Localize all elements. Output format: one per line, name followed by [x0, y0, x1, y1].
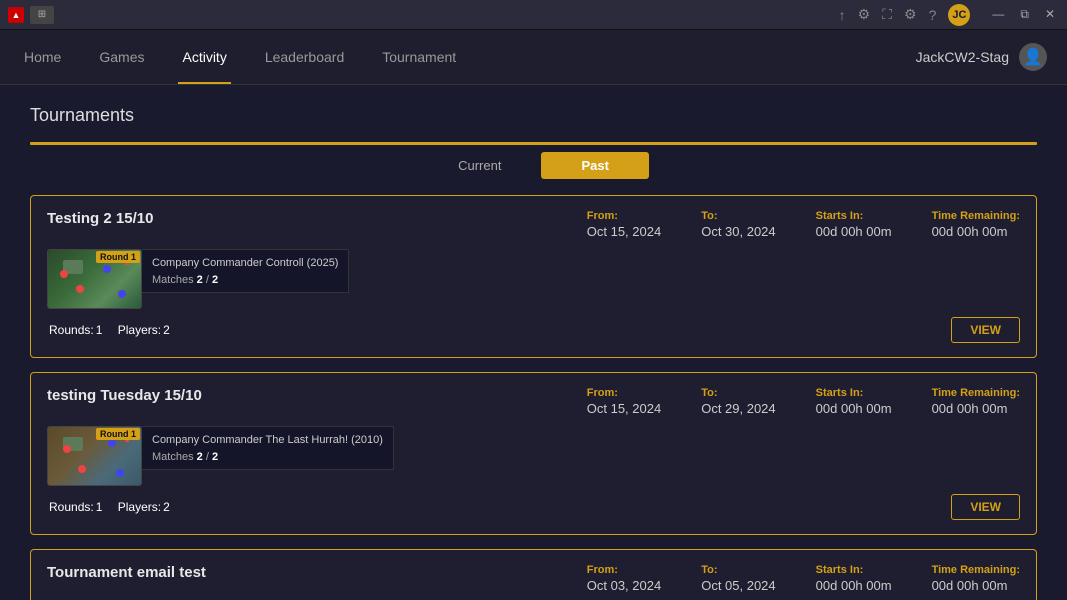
- tournament-title-2: testing Tuesday 15/10: [47, 387, 202, 404]
- matches-info-1: Matches 2 / 2: [152, 274, 338, 286]
- game-info-1: Company Commander Controll (2025) Matche…: [142, 249, 349, 293]
- card-header-3: Tournament email test From: Oct 03, 2024…: [47, 564, 1020, 593]
- meta-from-1: From: Oct 15, 2024: [587, 210, 661, 239]
- remaining-value-1: 00d 00h 00m: [932, 224, 1020, 239]
- to-value-2: Oct 29, 2024: [701, 401, 775, 416]
- card-header-1: Testing 2 15/10 From: Oct 15, 2024 To: O…: [47, 210, 1020, 239]
- to-value-3: Oct 05, 2024: [701, 578, 775, 593]
- expand-icon[interactable]: ⛶: [882, 6, 892, 23]
- tab-current[interactable]: Current: [418, 152, 541, 179]
- card-meta-1: From: Oct 15, 2024 To: Oct 30, 2024 Star…: [587, 210, 1020, 239]
- from-label-1: From:: [587, 210, 661, 222]
- meta-from-3: From: Oct 03, 2024: [587, 564, 661, 593]
- game-title-1: Company Commander Controll (2025): [152, 256, 338, 270]
- card-body-1: Round 1 Company Commander Controll (2025…: [47, 249, 1020, 309]
- card-footer-2: Rounds:1 Players:2 VIEW: [47, 494, 1020, 520]
- from-value-1: Oct 15, 2024: [587, 224, 661, 239]
- tournament-card-1: Testing 2 15/10 From: Oct 15, 2024 To: O…: [30, 195, 1037, 358]
- remaining-label-2: Time Remaining:: [932, 387, 1020, 399]
- starts-label-1: Starts In:: [816, 210, 892, 222]
- meta-to-3: To: Oct 05, 2024: [701, 564, 775, 593]
- tournament-card-2: testing Tuesday 15/10 From: Oct 15, 2024…: [30, 372, 1037, 535]
- settings-icon[interactable]: ⚙: [858, 6, 871, 23]
- starts-label-2: Starts In:: [816, 387, 892, 399]
- nav-games[interactable]: Games: [95, 30, 148, 84]
- user-avatar-nav[interactable]: 👤: [1019, 43, 1047, 71]
- app-icon: ▲: [8, 7, 24, 23]
- meta-to-2: To: Oct 29, 2024: [701, 387, 775, 416]
- page-title: Tournaments: [30, 105, 1037, 126]
- round-badge-2: Round 1: [96, 428, 140, 440]
- help-icon[interactable]: ?: [929, 7, 937, 23]
- gear-icon[interactable]: ⚙: [904, 6, 917, 23]
- matches-info-2: Matches 2 / 2: [152, 451, 383, 463]
- main-content: Tournaments Current Past Testing 2 15/10…: [0, 85, 1067, 600]
- close-button[interactable]: ✕: [1041, 7, 1059, 22]
- title-bar-controls: ↑ ⚙ ⛶ ⚙ ? JC — ⧉ ✕: [839, 4, 1059, 26]
- game-thumbnail-wrap-2: Round 1: [47, 426, 142, 486]
- user-avatar-titlebar[interactable]: JC: [948, 4, 970, 26]
- meta-starts-2: Starts In: 00d 00h 00m: [816, 387, 892, 416]
- nav-links: Home Games Activity Leaderboard Tourname…: [20, 30, 460, 84]
- remaining-label-3: Time Remaining:: [932, 564, 1020, 576]
- from-label-3: From:: [587, 564, 661, 576]
- game-thumbnail-wrap-1: Round 1: [47, 249, 142, 309]
- sys-icons: ↑ ⚙ ⛶ ⚙ ? JC: [839, 4, 971, 26]
- meta-to-1: To: Oct 30, 2024: [701, 210, 775, 239]
- nav-username: JackCW2-Stag: [916, 49, 1009, 65]
- round-badge-1: Round 1: [96, 251, 140, 263]
- nav-bar: Home Games Activity Leaderboard Tourname…: [0, 30, 1067, 85]
- from-value-3: Oct 03, 2024: [587, 578, 661, 593]
- starts-value-3: 00d 00h 00m: [816, 578, 892, 593]
- app-tab[interactable]: ⊞: [30, 6, 54, 24]
- from-value-2: Oct 15, 2024: [587, 401, 661, 416]
- remaining-label-1: Time Remaining:: [932, 210, 1020, 222]
- tournament-card-3: Tournament email test From: Oct 03, 2024…: [30, 549, 1037, 600]
- starts-value-2: 00d 00h 00m: [816, 401, 892, 416]
- nav-activity[interactable]: Activity: [178, 30, 230, 84]
- card-header-2: testing Tuesday 15/10 From: Oct 15, 2024…: [47, 387, 1020, 416]
- nav-home[interactable]: Home: [20, 30, 65, 84]
- nav-right: JackCW2-Stag 👤: [916, 43, 1047, 71]
- meta-remaining-2: Time Remaining: 00d 00h 00m: [932, 387, 1020, 416]
- view-button-2[interactable]: VIEW: [951, 494, 1020, 520]
- to-label-3: To:: [701, 564, 775, 576]
- meta-starts-3: Starts In: 00d 00h 00m: [816, 564, 892, 593]
- remaining-value-3: 00d 00h 00m: [932, 578, 1020, 593]
- tab-bar-container: Current Past: [30, 142, 1037, 179]
- meta-starts-1: Starts In: 00d 00h 00m: [816, 210, 892, 239]
- to-value-1: Oct 30, 2024: [701, 224, 775, 239]
- meta-remaining-1: Time Remaining: 00d 00h 00m: [932, 210, 1020, 239]
- tournament-title-1: Testing 2 15/10: [47, 210, 153, 227]
- card-stats-1: Rounds:1 Players:2: [47, 323, 170, 337]
- meta-remaining-3: Time Remaining: 00d 00h 00m: [932, 564, 1020, 593]
- tab-orange-line: [30, 142, 1037, 145]
- maximize-button[interactable]: ⧉: [1016, 7, 1033, 22]
- tab-buttons: Current Past: [30, 142, 1037, 179]
- card-meta-3: From: Oct 03, 2024 To: Oct 05, 2024 Star…: [587, 564, 1020, 593]
- tab-past[interactable]: Past: [541, 152, 648, 179]
- game-info-2: Company Commander The Last Hurrah! (2010…: [142, 426, 394, 470]
- card-meta-2: From: Oct 15, 2024 To: Oct 29, 2024 Star…: [587, 387, 1020, 416]
- remaining-value-2: 00d 00h 00m: [932, 401, 1020, 416]
- window-buttons: — ⧉ ✕: [988, 7, 1059, 22]
- card-footer-1: Rounds:1 Players:2 VIEW: [47, 317, 1020, 343]
- title-bar-left: ▲ ⊞: [8, 6, 54, 24]
- minimize-button[interactable]: —: [988, 7, 1008, 22]
- starts-value-1: 00d 00h 00m: [816, 224, 892, 239]
- tournament-title-3: Tournament email test: [47, 564, 206, 581]
- view-button-1[interactable]: VIEW: [951, 317, 1020, 343]
- to-label-2: To:: [701, 387, 775, 399]
- to-label-1: To:: [701, 210, 775, 222]
- nav-tournament[interactable]: Tournament: [378, 30, 460, 84]
- arrow-up-icon: ↑: [839, 7, 846, 23]
- card-stats-2: Rounds:1 Players:2: [47, 500, 170, 514]
- game-title-2: Company Commander The Last Hurrah! (2010…: [152, 433, 383, 447]
- meta-from-2: From: Oct 15, 2024: [587, 387, 661, 416]
- starts-label-3: Starts In:: [816, 564, 892, 576]
- title-bar: ▲ ⊞ ↑ ⚙ ⛶ ⚙ ? JC — ⧉ ✕: [0, 0, 1067, 30]
- nav-leaderboard[interactable]: Leaderboard: [261, 30, 348, 84]
- card-body-2: Round 1 Company Commander The Last Hurra…: [47, 426, 1020, 486]
- from-label-2: From:: [587, 387, 661, 399]
